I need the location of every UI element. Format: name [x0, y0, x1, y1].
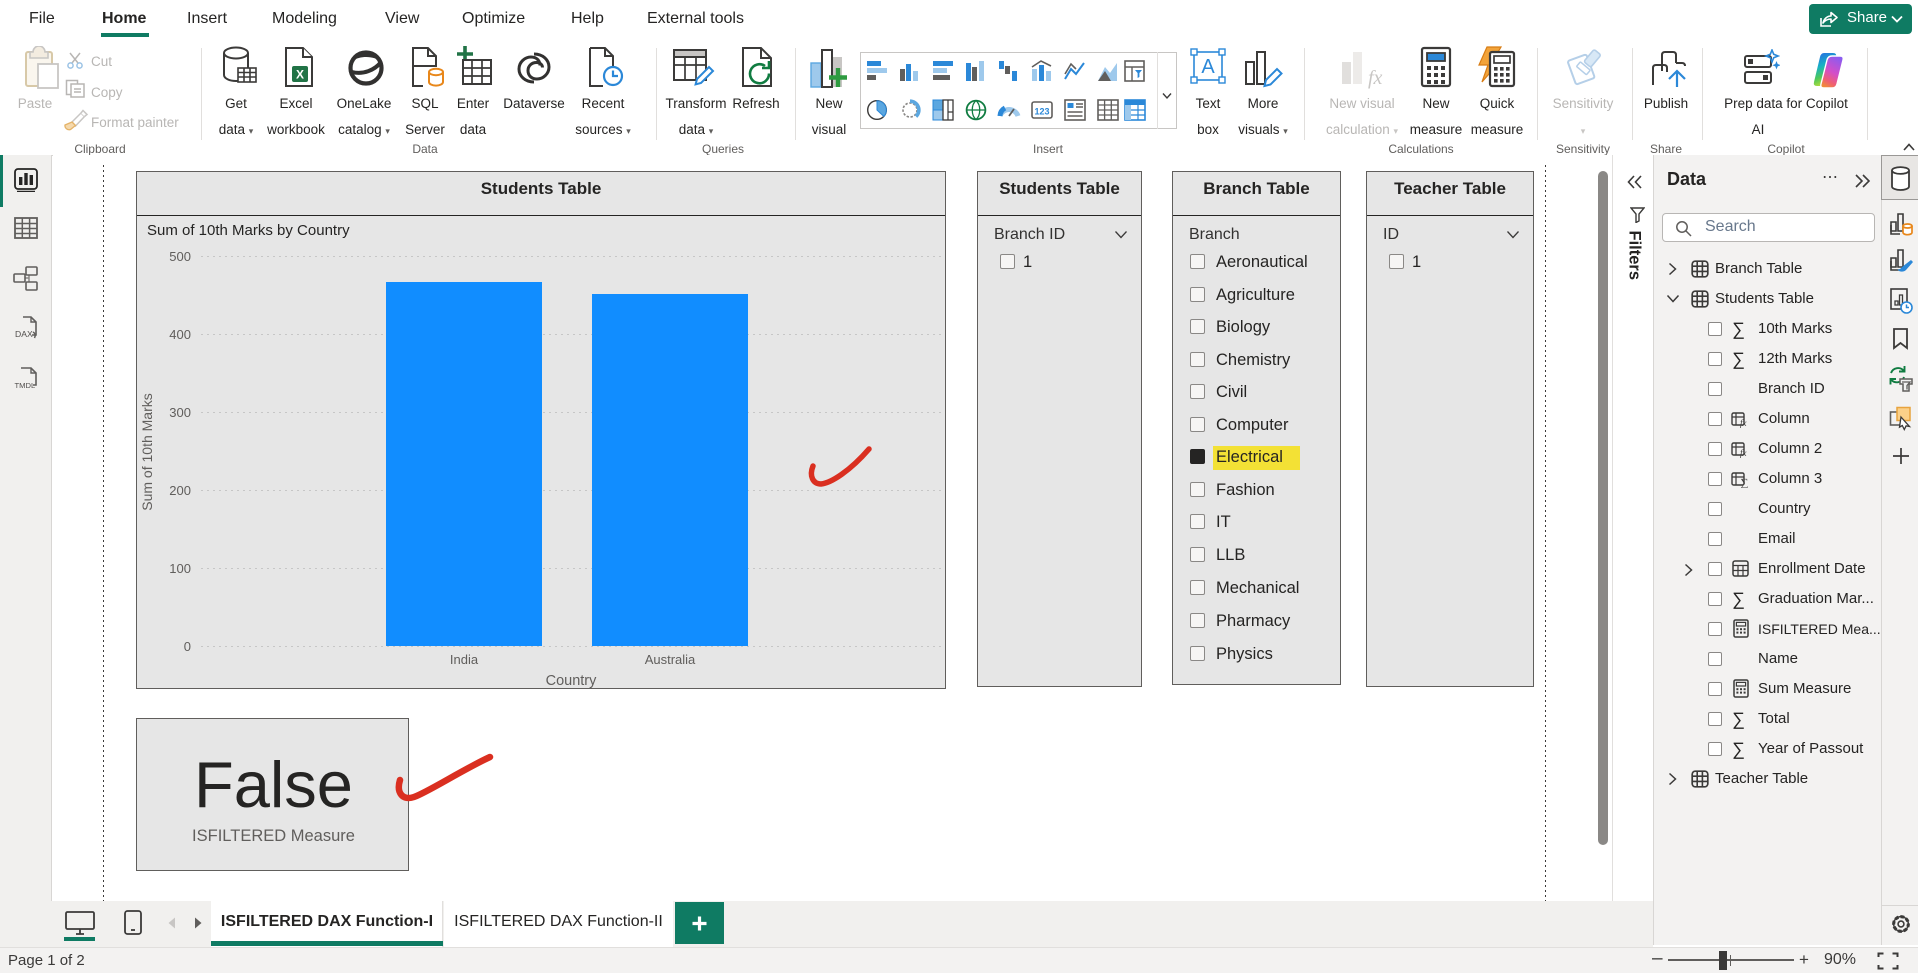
svg-text:A: A — [1201, 56, 1215, 78]
svg-text:fx: fx — [1740, 418, 1747, 428]
svg-text:∑: ∑ — [1741, 477, 1749, 488]
svg-text:TMDL: TMDL — [15, 381, 36, 390]
svg-text:123: 123 — [1034, 107, 1049, 117]
svg-text:fx: fx — [1740, 448, 1747, 458]
svg-text:fx: fx — [1368, 67, 1383, 89]
svg-text:X: X — [296, 68, 304, 82]
svg-text:DAX: DAX — [15, 329, 33, 339]
